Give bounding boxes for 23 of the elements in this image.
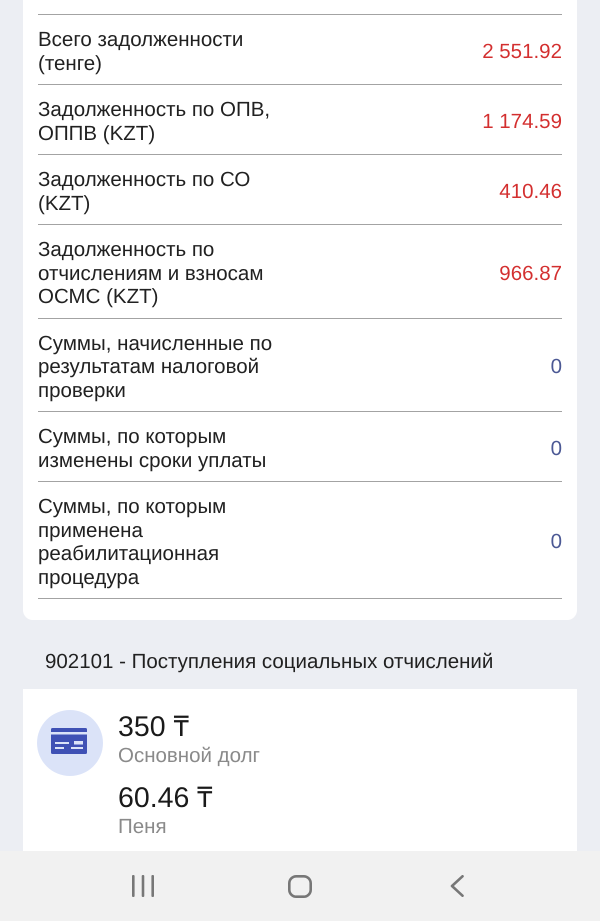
home-icon — [288, 874, 312, 898]
debt-label: Задолженность по отчислениям и взносам ОСМС (KZT) — [38, 238, 264, 308]
debt-amount: 0 — [550, 530, 562, 554]
debt-label: Задолженность по ОПВ, ОППВ (KZT) — [38, 98, 270, 145]
amount-caption: Пеня — [118, 815, 167, 839]
debt-amount: 0 — [550, 436, 562, 460]
debt-label: Всего задолженности (тенге) — [38, 28, 244, 75]
debt-amount: 2 551.92 — [482, 40, 562, 64]
credit-card-icon — [37, 710, 103, 776]
debt-amount: 0 — [550, 355, 562, 378]
debt-label: Суммы, начисленные по результатам налоговой проверки — [38, 332, 272, 402]
amount-text: 60.46 ₸ — [118, 781, 214, 815]
amount-caption: Основной долг — [118, 744, 260, 768]
debt-label: Суммы, по которым изменены сроки уплаты — [38, 425, 266, 472]
debt-amount: 1 174.59 — [482, 110, 562, 134]
back-icon — [450, 875, 464, 897]
debt-label: Задолженность по СО (KZT) — [38, 168, 250, 215]
debt-amount: 966.87 — [499, 262, 562, 285]
amount-text: 350 ₸ — [118, 710, 190, 744]
debt-amount: 410.46 — [499, 180, 562, 204]
debt-label: Суммы, по которым применена реабилитационная процедура — [38, 495, 226, 589]
section-title: 902101 - Поступления социальных отчислений — [45, 650, 494, 674]
recents-icon — [132, 875, 154, 897]
